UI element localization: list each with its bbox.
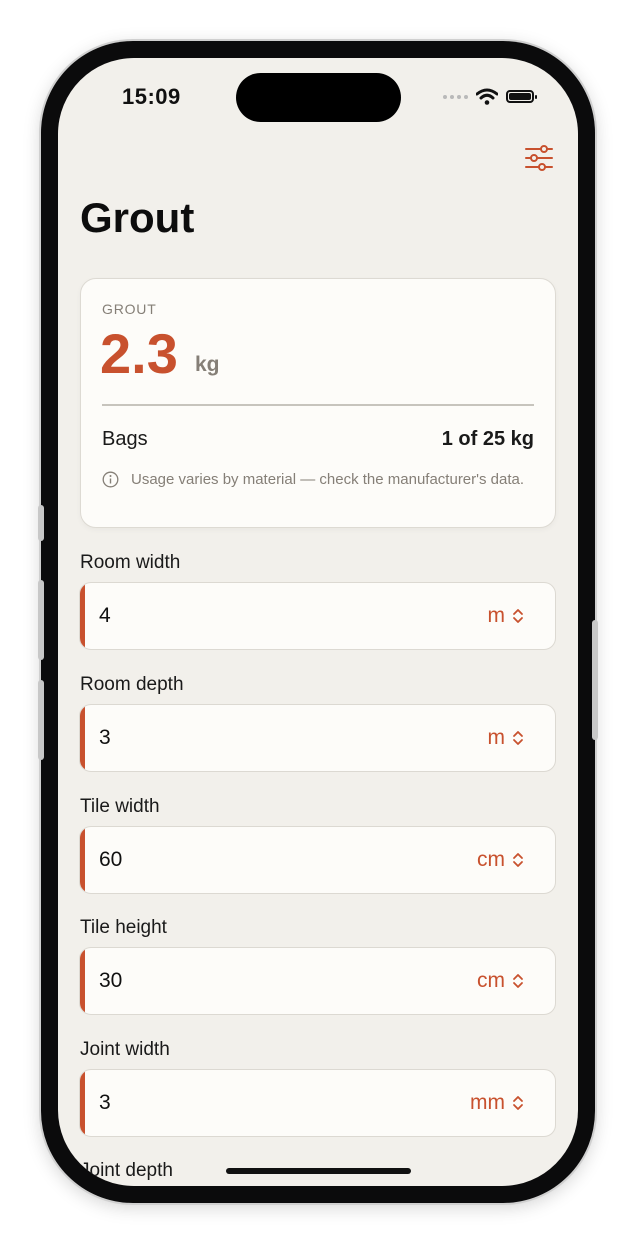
- joint-width-field[interactable]: 3 mm: [79, 1069, 556, 1137]
- tile-width-input[interactable]: 60: [99, 827, 122, 893]
- result-divider: [102, 404, 534, 406]
- chevron-up-down-icon: [513, 974, 523, 988]
- result-label: GROUT: [102, 301, 157, 317]
- room-width-input[interactable]: 4: [99, 583, 111, 649]
- sliders-icon: [525, 145, 553, 171]
- room-depth-label: Room depth: [80, 674, 184, 695]
- tile-height-label: Tile height: [80, 917, 167, 938]
- home-indicator[interactable]: [226, 1168, 411, 1174]
- tile-width-label: Tile width: [80, 796, 160, 817]
- app-screen: 15:09 Grout GROUT 2.3 kg Bags 1 of 25 kg…: [58, 58, 578, 1186]
- chevron-up-down-icon: [513, 1096, 523, 1110]
- status-time: 15:09: [122, 84, 181, 109]
- device-volume-down: [38, 680, 44, 760]
- room-depth-unit-picker[interactable]: m: [488, 705, 526, 771]
- unit-label: m: [487, 604, 506, 627]
- battery-icon: [506, 90, 537, 103]
- device-volume-up: [38, 580, 44, 660]
- field-accent-bar: [80, 827, 85, 893]
- chevron-up-down-icon: [513, 853, 523, 867]
- unit-label: cm: [477, 969, 505, 992]
- bags-label: Bags: [102, 428, 148, 450]
- room-width-label: Room width: [80, 552, 181, 573]
- device-power-button: [592, 620, 598, 740]
- dynamic-island: [236, 73, 401, 122]
- chevron-up-down-icon: [513, 609, 523, 623]
- bags-value: 1 of 25 kg: [441, 428, 534, 450]
- tile-height-input[interactable]: 30: [99, 948, 122, 1014]
- result-value: 2.3: [100, 322, 178, 385]
- field-accent-bar: [80, 948, 85, 1014]
- tile-height-field[interactable]: 30 cm: [79, 947, 556, 1015]
- unit-label: m: [487, 726, 506, 749]
- wifi-icon: [476, 88, 498, 105]
- tile-width-unit-picker[interactable]: cm: [477, 827, 525, 893]
- joint-width-unit-picker[interactable]: mm: [470, 1070, 525, 1136]
- result-card: GROUT 2.3 kg Bags 1 of 25 kg Usage varie…: [80, 278, 556, 528]
- joint-width-label: Joint width: [80, 1039, 170, 1060]
- room-width-field[interactable]: 4 m: [79, 582, 556, 650]
- chevron-up-down-icon: [513, 731, 523, 745]
- unit-label: mm: [470, 1091, 505, 1114]
- status-icons: [443, 88, 537, 105]
- field-accent-bar: [80, 705, 85, 771]
- info-circle-icon: [102, 471, 119, 488]
- room-depth-field[interactable]: 3 m: [79, 704, 556, 772]
- usage-note: Usage varies by material — check the man…: [131, 471, 525, 488]
- tile-width-field[interactable]: 60 cm: [79, 826, 556, 894]
- cellular-signal-icon: [443, 94, 468, 99]
- joint-depth-label: Joint depth: [80, 1160, 173, 1181]
- field-accent-bar: [80, 1070, 85, 1136]
- page-title: Grout: [80, 194, 195, 241]
- settings-button[interactable]: [524, 144, 554, 172]
- room-width-unit-picker[interactable]: m: [488, 583, 526, 649]
- device-silent-switch: [38, 505, 44, 541]
- joint-width-input[interactable]: 3: [99, 1070, 111, 1136]
- unit-label: cm: [477, 848, 505, 871]
- result-unit: kg: [195, 353, 220, 376]
- tile-height-unit-picker[interactable]: cm: [477, 948, 525, 1014]
- field-accent-bar: [80, 583, 85, 649]
- room-depth-input[interactable]: 3: [99, 705, 111, 771]
